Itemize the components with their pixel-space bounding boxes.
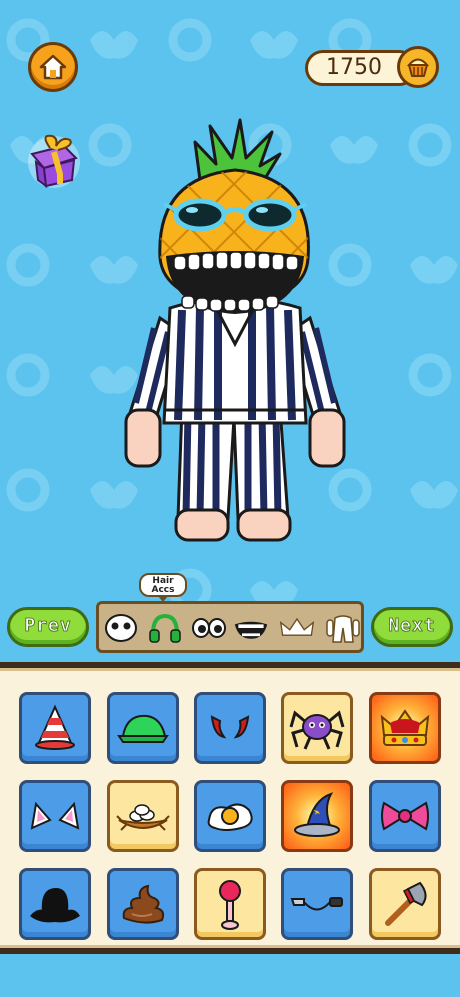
bird-nest-icon [116, 804, 170, 831]
mouth-icon[interactable] [233, 612, 269, 644]
crown-icon[interactable] [279, 612, 315, 644]
poop-icon [122, 884, 165, 924]
item-knife-through-head[interactable] [281, 868, 353, 940]
home-button[interactable] [28, 42, 78, 92]
item-panel [0, 662, 460, 954]
category-tray [96, 601, 364, 653]
spider-icon [289, 710, 345, 750]
game-stage: 1750 Prev Next Hair Accs [0, 0, 460, 662]
body-icon[interactable] [325, 612, 361, 644]
headphones-icon[interactable] [147, 612, 183, 644]
royal-crown-icon [380, 709, 430, 746]
item-pink-bow[interactable] [369, 780, 441, 852]
tooltip-line-2: Accs [151, 585, 175, 595]
item-green-cap[interactable] [107, 692, 179, 764]
item-spider[interactable] [281, 692, 353, 764]
category-tooltip: Hair Accs [139, 573, 187, 602]
cupcake-coin-icon[interactable] [397, 46, 439, 88]
item-party-hat[interactable] [19, 692, 91, 764]
green-cap-icon [117, 714, 169, 743]
party-hat-icon [35, 704, 75, 750]
prev-button[interactable]: Prev [7, 607, 89, 647]
gift-box-icon[interactable] [24, 128, 84, 190]
wizard-hat-icon [294, 792, 340, 837]
next-button[interactable]: Next [371, 607, 453, 647]
bottom-strip [0, 954, 460, 997]
item-black-hat[interactable] [19, 868, 91, 940]
item-axe[interactable] [369, 868, 441, 940]
cat-ears-icon [30, 801, 80, 830]
pink-antenna-icon [219, 880, 241, 930]
item-wizard-hat[interactable] [281, 780, 353, 852]
axe-icon [385, 881, 427, 926]
item-devil-horns[interactable] [194, 692, 266, 764]
item-fried-egg[interactable] [194, 780, 266, 852]
coin-amount: 1750 [326, 55, 382, 80]
pink-bow-icon [381, 801, 429, 831]
devil-horns-icon [210, 715, 250, 739]
character-avatar[interactable] [120, 118, 350, 548]
item-panel-inner [0, 668, 460, 948]
item-cat-ears[interactable] [19, 780, 91, 852]
eyes-icon[interactable] [191, 612, 227, 644]
item-royal-crown[interactable] [369, 692, 441, 764]
item-poop[interactable] [107, 868, 179, 940]
item-pink-antenna[interactable] [194, 868, 266, 940]
item-bird-nest[interactable] [107, 780, 179, 852]
black-hat-icon [30, 888, 80, 923]
fried-egg-icon [207, 803, 253, 831]
home-icon [39, 54, 67, 80]
face-icon[interactable] [103, 612, 139, 644]
knife-icon [290, 897, 343, 911]
